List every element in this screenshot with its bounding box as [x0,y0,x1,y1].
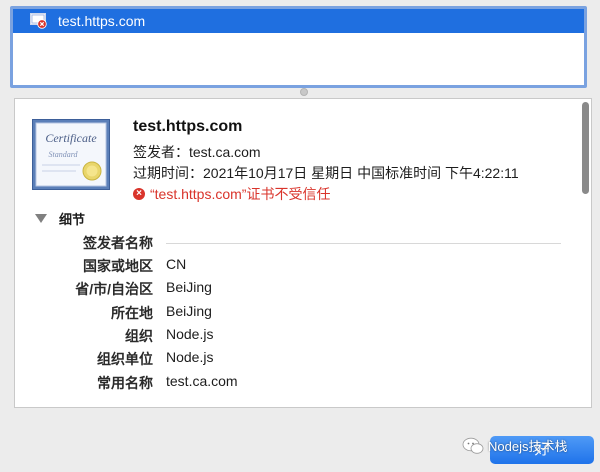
certificate-list-item-label: test.https.com [58,13,146,29]
certificate-list[interactable]: test.https.com [10,6,587,88]
certificate-detail-panel[interactable]: Certificate Standard test.https.com 签发者：… [14,98,592,408]
field-value: Node.js [166,326,214,342]
disclosure-triangle-icon [35,214,47,223]
certificate-name: test.https.com [133,118,243,135]
field-value: BeiJing [166,303,212,319]
trust-warning-text: “test.https.com”证书不受信任 [150,186,331,202]
field-value: test.ca.com [166,373,238,389]
field-label: 所在地 [111,305,153,321]
field-label: 常用名称 [97,375,153,391]
field-row-organization: 组织 Node.js [15,326,575,348]
field-label: 省/市/自治区 [75,281,153,297]
field-label: 组织 [125,328,153,344]
certificate-image-title: Certificate [45,131,97,145]
field-row-country: 国家或地区 CN [15,256,575,278]
certificate-list-item[interactable]: test.https.com [13,9,584,33]
details-disclosure[interactable]: 细节 [35,209,85,228]
scrollbar[interactable] [582,102,589,194]
error-circle-icon: × [133,188,145,200]
certificate-image-subtitle: Standard [48,150,78,159]
watermark-text: Nodejs技术栈 [488,439,568,454]
field-row-province: 省/市/自治区 BeiJing [15,279,575,301]
field-label: 国家或地区 [83,258,153,274]
field-row-locality: 所在地 BeiJing [15,303,575,325]
field-value: CN [166,256,187,272]
trust-warning: × “test.https.com”证书不受信任 [133,184,330,204]
field-label: 组织单位 [97,351,153,367]
untrusted-certificate-icon [30,13,47,29]
wechat-icon [462,437,484,454]
field-value: Node.js [166,349,214,365]
certificate-issuer: 签发者：test.ca.com [133,144,261,160]
split-view-handle[interactable] [300,88,308,96]
field-label: 签发者名称 [83,235,153,251]
watermark: Nodejs技术栈 [462,436,567,455]
field-row-org-unit: 组织单位 Node.js [15,349,575,371]
divider [166,243,561,244]
certificate-expiry: 过期时间：2021年10月17日 星期日 中国标准时间 下午4:22:11 [133,165,519,181]
field-row-common-name: 常用名称 test.ca.com [15,373,575,395]
details-label: 细节 [59,212,86,227]
field-value: BeiJing [166,279,212,295]
certificate-icon: Certificate Standard [32,119,110,190]
field-row-issuer-name: 签发者名称 [15,233,575,255]
